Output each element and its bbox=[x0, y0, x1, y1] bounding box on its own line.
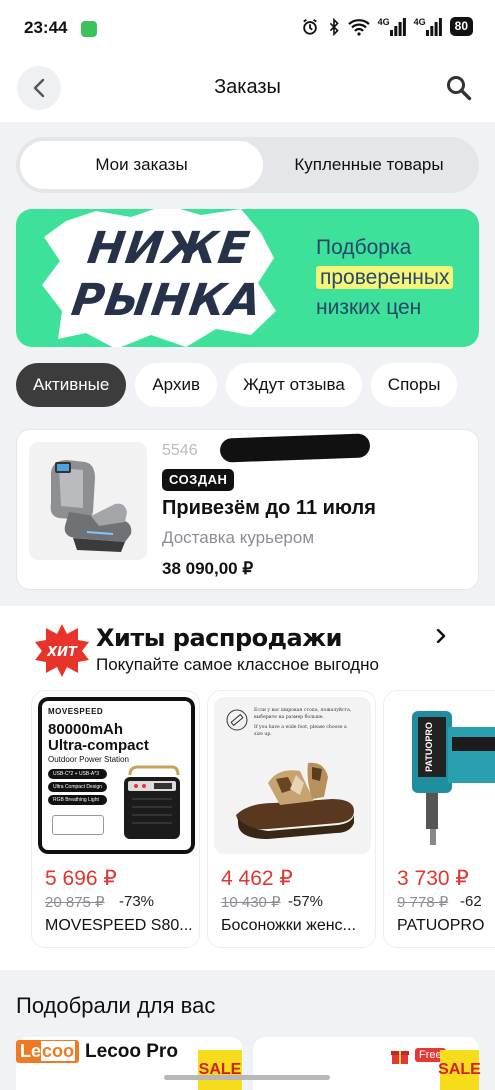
hit-badge-icon: ХИТ bbox=[35, 624, 89, 677]
chip-disputes[interactable]: Споры bbox=[370, 363, 458, 407]
chip-archive[interactable]: Архив bbox=[135, 363, 217, 407]
hits-subtitle: Покупайте самое классное выгодно bbox=[96, 655, 379, 674]
network-label-1: 4G bbox=[377, 16, 390, 27]
recommendations-title: Подобрали для вас bbox=[16, 993, 216, 1018]
product-image-nail-gun: PATUOPRO bbox=[390, 697, 495, 854]
sandal-image bbox=[236, 762, 354, 839]
product-old-price: 10 430 ₽ bbox=[221, 894, 281, 911]
product-card[interactable]: PATUOPRO 3 730 ₽ 9 778 ₽ -62 PATUOPRO bbox=[383, 690, 495, 948]
product-card[interactable]: MOVESPEED 80000mAh Ultra-compact Outdoor… bbox=[31, 690, 200, 948]
sale-tag: SALE bbox=[198, 1050, 242, 1090]
product-discount: -62 bbox=[460, 893, 482, 910]
battery-level: 80 bbox=[454, 19, 468, 33]
product-card[interactable]: Если у вас широкая стопа, пожалуйста, вы… bbox=[207, 690, 376, 948]
power-station-feature: RGB Breathing Light bbox=[48, 795, 107, 805]
ruler-icon bbox=[226, 709, 248, 731]
power-station-feature: Ultra Compact Design bbox=[48, 782, 107, 792]
banner-line-2: проверенных bbox=[316, 266, 454, 289]
lecoo-mark-2: coo bbox=[41, 1041, 76, 1061]
chip-active[interactable]: Активные bbox=[16, 363, 127, 407]
order-price: 38 090,00 ₽ bbox=[162, 559, 254, 578]
signal-icon bbox=[425, 17, 442, 36]
alarm-icon bbox=[302, 18, 317, 35]
nail-gun-brand: PATUOPRO bbox=[424, 722, 434, 772]
product-name: Босоножки женс... bbox=[221, 917, 356, 934]
nail-gun-image: PATUOPRO bbox=[412, 711, 495, 845]
banner-text: Подборка проверенных низких цен bbox=[316, 233, 454, 323]
sandal-size-note-en: If you have a wide foot, please choose a bbox=[254, 725, 347, 730]
power-station-type: Outdoor Power Station bbox=[48, 755, 129, 764]
banner-headline-2: РЫНКА bbox=[68, 275, 266, 326]
lecoo-product-name: Lecoo Pro bbox=[85, 1040, 178, 1062]
redaction-mark bbox=[219, 433, 371, 463]
sandal-size-note-en: size up. bbox=[254, 732, 272, 737]
delivery-date: Привезём до 11 июля bbox=[162, 497, 376, 519]
order-card[interactable]: 5546 СОЗДАН Привезём до 11 июля Доставка… bbox=[16, 429, 479, 590]
delivery-method: Доставка курьером bbox=[162, 528, 315, 547]
bluetooth-icon bbox=[329, 17, 339, 36]
lecoo-mark-1: Le bbox=[20, 1041, 42, 1061]
page-title: Заказы bbox=[214, 76, 281, 98]
status-icons: 4G 4G 80 bbox=[300, 17, 473, 36]
tab-my-orders[interactable]: Мои заказы bbox=[20, 141, 263, 189]
product-price: 4 462 ₽ bbox=[221, 867, 293, 890]
banner-headline-1: НИЖЕ bbox=[84, 223, 254, 274]
massage-chair-image bbox=[29, 442, 147, 560]
sandal-size-note-ru: Если у вас широкая стопа, пожалуйста, bbox=[254, 708, 352, 713]
wifi-icon bbox=[347, 18, 370, 36]
sale-tag: SALE bbox=[438, 1050, 481, 1090]
chevron-right-icon bbox=[436, 629, 446, 643]
search-button[interactable] bbox=[443, 72, 475, 104]
hits-section: ХИТ Хиты распродажи Покупайте самое клас… bbox=[0, 606, 495, 970]
header: Заказы bbox=[0, 56, 495, 122]
hit-badge-label: ХИТ bbox=[46, 645, 78, 660]
search-icon bbox=[447, 76, 472, 101]
product-discount: -73% bbox=[119, 893, 155, 910]
product-old-price: 20 875 ₽ bbox=[45, 894, 105, 911]
hits-more-button[interactable] bbox=[431, 626, 451, 646]
product-image-massage-chair bbox=[29, 442, 147, 560]
product-price: 3 730 ₽ bbox=[397, 867, 469, 890]
chip-awaiting-review[interactable]: Ждут отзыва bbox=[225, 363, 362, 407]
sandal-size-note-ru: выберите на размер больше. bbox=[254, 715, 324, 720]
power-station-capacity: 80000mAh bbox=[48, 721, 124, 738]
network-label-2: 4G bbox=[413, 16, 426, 27]
promo-banner[interactable]: НИЖЕ РЫНКА Подборка проверенных низких ц… bbox=[16, 209, 479, 347]
order-filter-chips: Активные Архив Ждут отзыва Споры bbox=[16, 363, 495, 407]
lecoo-logo: Lecoo Lecoo Pro bbox=[16, 1040, 178, 1063]
product-name: PATUOPRO bbox=[397, 917, 485, 934]
power-station-feature: USB-C*2 + USB-A*3 bbox=[48, 769, 107, 779]
signal-icon bbox=[389, 17, 406, 36]
tab-purchased-items[interactable]: Купленные товары bbox=[263, 141, 475, 189]
power-station-device bbox=[124, 765, 180, 839]
gift-icon bbox=[391, 1051, 409, 1064]
product-image-power-station: MOVESPEED 80000mAh Ultra-compact Outdoor… bbox=[38, 697, 195, 854]
hits-title: Хиты распродажи bbox=[96, 624, 342, 652]
power-station-tagline: Ultra-compact bbox=[48, 737, 149, 754]
product-old-price: 9 778 ₽ bbox=[397, 894, 449, 911]
home-indicator[interactable] bbox=[164, 1075, 330, 1080]
battery-icon: 80 bbox=[449, 17, 473, 36]
status-time: 23:44 bbox=[24, 18, 68, 37]
orders-segmented-control: Мои заказы Купленные товары bbox=[16, 137, 479, 193]
product-discount: -57% bbox=[288, 893, 324, 910]
status-bar: 23:44 4G 4G 80 bbox=[0, 0, 495, 56]
product-name: MOVESPEED S80... bbox=[45, 917, 193, 934]
product-image-sandal: Если у вас широкая стопа, пожалуйста, вы… bbox=[214, 697, 371, 854]
chat-app-icon bbox=[81, 21, 97, 37]
banner-line-3: низких цен bbox=[316, 296, 422, 319]
power-station-brand: MOVESPEED bbox=[48, 707, 104, 716]
order-status-badge: СОЗДАН bbox=[162, 469, 235, 491]
order-number: 5546 bbox=[162, 442, 198, 459]
banner-line-1: Подборка bbox=[316, 236, 412, 259]
product-price: 5 696 ₽ bbox=[45, 867, 117, 890]
